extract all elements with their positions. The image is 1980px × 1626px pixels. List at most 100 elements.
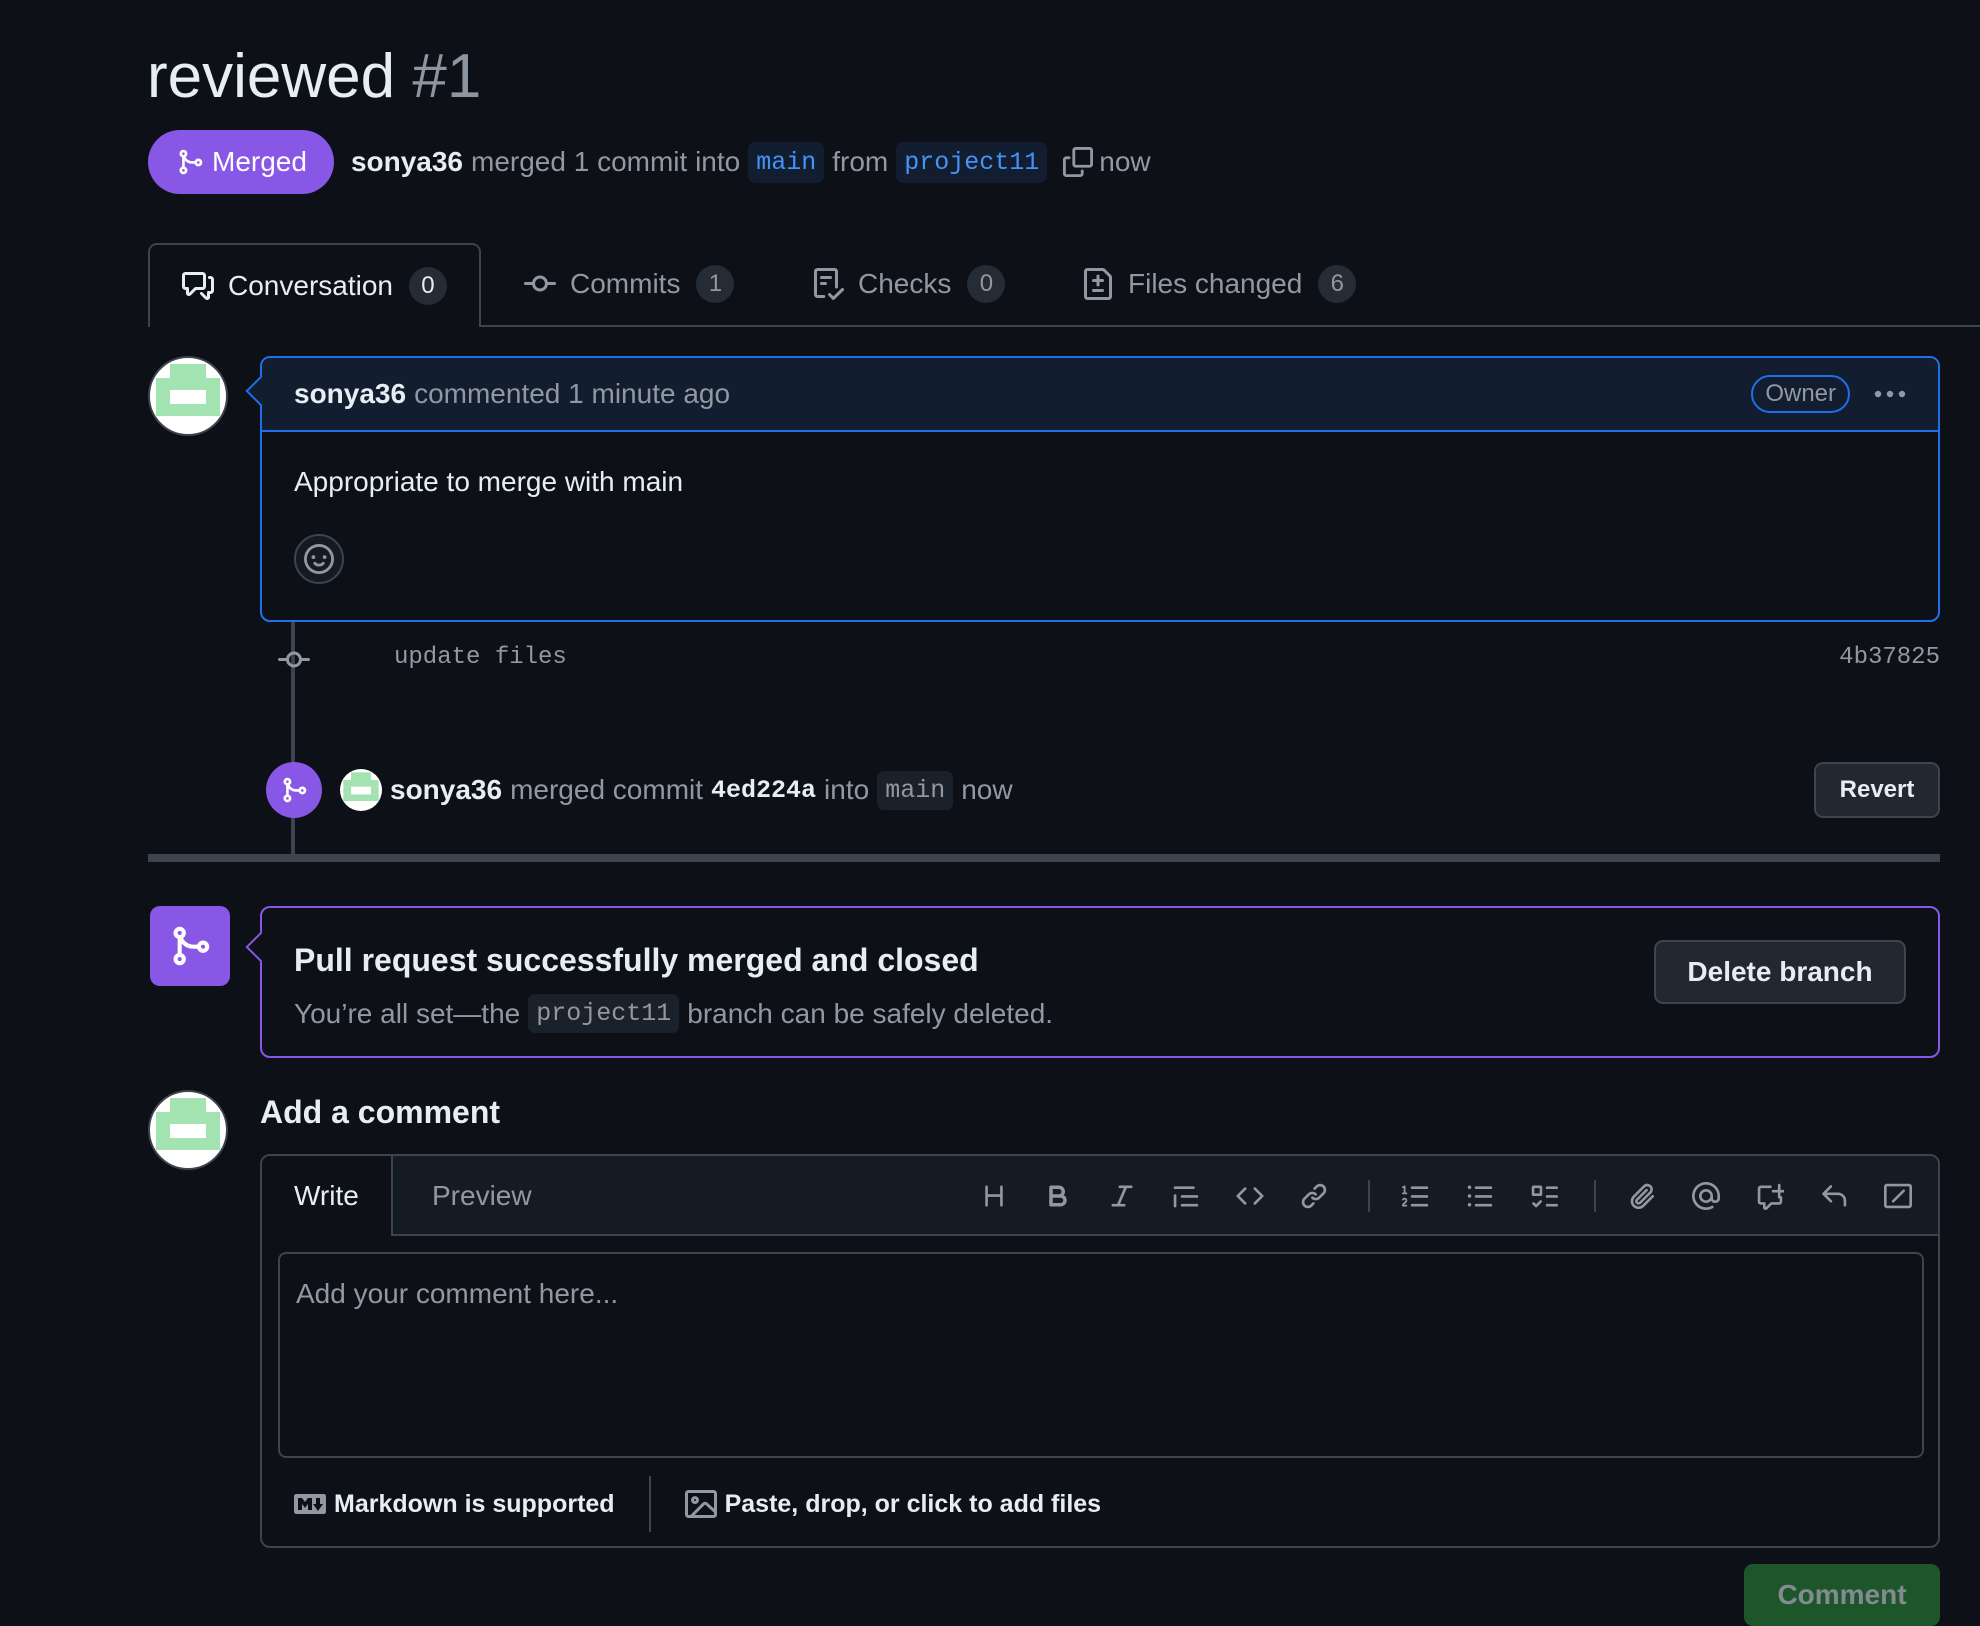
- code-icon: [1236, 1187, 1264, 1205]
- code-tool[interactable]: [1232, 1178, 1268, 1214]
- revert-button[interactable]: Revert: [1814, 762, 1940, 818]
- merged-state-badge: Merged: [148, 130, 334, 194]
- tab-conversation[interactable]: Conversation 0: [148, 243, 481, 327]
- tab-checks-label: Checks: [858, 268, 952, 299]
- avatar[interactable]: [340, 769, 382, 811]
- tab-files-changed-label: Files changed: [1128, 268, 1303, 299]
- merge-author-link[interactable]: sonya36: [390, 774, 502, 806]
- comment-submit-button[interactable]: Comment: [1744, 1564, 1940, 1626]
- pr-tabs: Conversation 0 Commits 1 Checks 0 Files …: [148, 243, 1980, 327]
- comment-header: sonya36 commented 1 minute ago Owner: [262, 358, 1938, 432]
- tab-files-changed[interactable]: Files changed 6: [1082, 243, 1357, 325]
- mention-tool[interactable]: [1688, 1178, 1724, 1214]
- tab-conversation-count: 0: [408, 267, 447, 305]
- bold-icon: [1049, 1185, 1067, 1207]
- bold-tool[interactable]: [1040, 1178, 1076, 1214]
- merged-status-icon-box: [150, 906, 230, 986]
- quote-tool[interactable]: [1168, 1178, 1204, 1214]
- avatar[interactable]: [148, 1090, 228, 1170]
- italic-tool[interactable]: [1104, 1178, 1140, 1214]
- quote-icon: [1173, 1186, 1199, 1208]
- merged-notice-pointer: [245, 931, 277, 963]
- editor-footer: Markdown is supported Paste, drop, or cl…: [294, 1476, 1101, 1532]
- git-merge-icon: [173, 926, 210, 966]
- tab-write[interactable]: Write: [262, 1156, 393, 1236]
- heading-tool[interactable]: [976, 1178, 1012, 1214]
- commit-sha-link[interactable]: 4b37825: [1839, 644, 1940, 671]
- identicon-image: [156, 364, 220, 416]
- git-commit-icon: [278, 651, 310, 668]
- add-files-link[interactable]: Paste, drop, or click to add files: [725, 1490, 1102, 1519]
- into-text: into: [824, 774, 870, 805]
- merge-event-badge: [266, 762, 322, 818]
- git-commit-icon: [524, 275, 556, 292]
- merge-commit-sha-link[interactable]: 4ed224a: [711, 776, 816, 805]
- timeline-end-divider: [148, 854, 1940, 862]
- comment-author-link[interactable]: sonya36: [294, 378, 406, 410]
- comment-discussion-icon: [182, 272, 214, 300]
- slash-command-icon: [1884, 1183, 1912, 1209]
- comment-card: sonya36 commented 1 minute ago Owner App…: [245, 356, 1940, 622]
- ordered-list-tool[interactable]: [1398, 1178, 1434, 1214]
- delete-branch-button[interactable]: Delete branch: [1654, 940, 1906, 1004]
- identicon-image: [156, 1098, 220, 1150]
- link-icon: [1301, 1183, 1327, 1209]
- pr-number: #1: [412, 42, 482, 111]
- pr-author-link[interactable]: sonya36: [351, 146, 463, 178]
- pr-title: reviewed #1: [147, 38, 481, 116]
- merged-notice: Pull request successfully merged and clo…: [245, 906, 1940, 1058]
- tab-preview[interactable]: Preview: [432, 1156, 532, 1236]
- tab-commits[interactable]: Commits 1: [524, 243, 735, 325]
- merged-notice-text-after: branch can be safely deleted.: [687, 997, 1054, 1029]
- tab-commits-label: Commits: [570, 268, 681, 299]
- italic-icon: [1111, 1185, 1133, 1207]
- attach-tool[interactable]: [1624, 1178, 1660, 1214]
- copy-icon[interactable]: [1063, 147, 1094, 177]
- unordered-list-tool[interactable]: [1462, 1178, 1498, 1214]
- add-comment-heading: Add a comment: [260, 1094, 501, 1130]
- markdown-icon: [294, 1494, 326, 1514]
- merge-target-branch[interactable]: main: [877, 770, 954, 810]
- merge-time: now: [1099, 146, 1151, 177]
- task-list-tool[interactable]: [1526, 1178, 1562, 1214]
- pr-title-text: reviewed: [147, 42, 396, 111]
- comment-textarea[interactable]: Add your comment here...: [278, 1252, 1924, 1458]
- merge-event-row: sonya36 merged commit 4ed224a into main …: [266, 762, 1940, 818]
- from-text: from: [832, 146, 889, 177]
- markdown-supported-link[interactable]: Markdown is supported: [334, 1490, 615, 1519]
- toolbar-divider: [1594, 1180, 1596, 1212]
- toolbar-divider: [1368, 1180, 1370, 1212]
- pr-state-row: Merged sonya36 merged 1 commit into main…: [148, 130, 1151, 194]
- merged-state-label: Merged: [212, 146, 307, 177]
- merged-notice-subtitle: You’re all set—the project11 branch can …: [294, 994, 1053, 1033]
- footer-divider: [648, 1476, 651, 1532]
- merge-event-time: now: [961, 774, 1013, 805]
- link-tool[interactable]: [1296, 1178, 1332, 1214]
- slash-commands-tool[interactable]: [1880, 1178, 1916, 1214]
- avatar[interactable]: [148, 356, 228, 436]
- editor-toolbar: Write Preview: [262, 1156, 1938, 1236]
- tab-checks[interactable]: Checks 0: [812, 243, 1006, 325]
- add-reaction-button[interactable]: [294, 534, 344, 584]
- commit-message-link[interactable]: update files: [394, 644, 567, 671]
- image-icon: [684, 1490, 717, 1518]
- heading-icon: [985, 1185, 1003, 1207]
- cross-reference-tool[interactable]: [1752, 1178, 1788, 1214]
- file-diff-icon: [1084, 268, 1112, 300]
- list-ordered-icon: [1402, 1185, 1429, 1207]
- tab-conversation-label: Conversation: [228, 270, 393, 301]
- tab-checks-count: 0: [967, 265, 1006, 303]
- tab-commits-count: 1: [696, 265, 735, 303]
- mention-icon: [1692, 1182, 1720, 1210]
- git-merge-icon: [179, 149, 203, 175]
- tasklist-icon: [1531, 1185, 1558, 1208]
- commit-row: update files 4b37825: [278, 640, 1940, 680]
- comment-meta[interactable]: commented 1 minute ago: [414, 378, 730, 410]
- saved-replies-tool[interactable]: [1816, 1178, 1852, 1214]
- base-branch-link[interactable]: main: [748, 141, 825, 183]
- checklist-icon: [814, 268, 844, 300]
- owner-badge: Owner: [1751, 375, 1850, 413]
- kebab-horizontal-icon[interactable]: [1872, 388, 1908, 400]
- git-merge-icon: [283, 777, 307, 803]
- head-branch-link[interactable]: project11: [896, 141, 1048, 183]
